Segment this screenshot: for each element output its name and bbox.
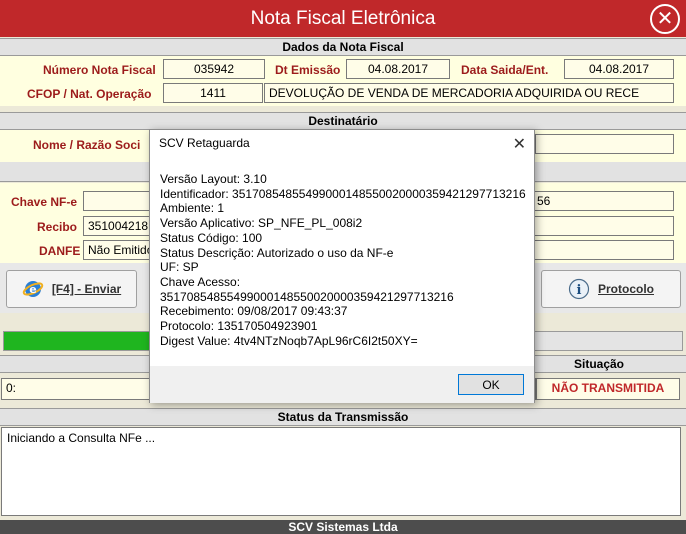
chave-suffix: 56 (537, 194, 551, 208)
dialog-line: Versão Aplicativo: SP_NFE_PL_008i2 (160, 216, 363, 231)
danfe-label: DANFE (39, 244, 81, 258)
ie-globe-icon: e (22, 281, 44, 297)
enviar-label: [F4] - Enviar (51, 282, 122, 296)
dialog-title: SCV Retaguarda (159, 136, 250, 150)
ok-button[interactable]: OK (458, 374, 524, 395)
status-textarea[interactable]: Iniciando a Consulta NFe ... (1, 427, 681, 516)
numero-label: Número Nota Fiscal (43, 63, 156, 77)
protocolo-label: Protocolo (598, 282, 654, 296)
info-icon: i (568, 278, 590, 300)
situacao-field: NÃO TRANSMITIDA (536, 378, 680, 400)
chave-label: Chave NF-e (11, 195, 78, 209)
window-title: Nota Fiscal Eletrônica (250, 7, 436, 29)
close-icon[interactable]: ✕ (650, 4, 680, 34)
svg-text:i: i (577, 283, 582, 298)
svg-text:e: e (29, 283, 36, 296)
dialog-line: Identificador: 3517085485549900014855002… (160, 186, 526, 201)
status-text: Iniciando a Consulta NFe ... (7, 431, 156, 445)
emissao-field[interactable]: 04.08.2017 (346, 59, 450, 79)
window-titlebar: Nota Fiscal Eletrônica (0, 0, 686, 37)
status-header: Status da Transmissão (0, 408, 686, 426)
dialog-line: Versão Layout: 3.10 (160, 172, 267, 186)
dialog-line: Chave Acesso: 35170854855499000148550020… (160, 274, 454, 304)
saida-label: Data Saida/Ent. (461, 63, 549, 77)
cfop-label: CFOP / Nat. Operação (27, 87, 152, 101)
destinatario-header: Destinatário (0, 112, 686, 130)
situacao-header: Situação (574, 357, 625, 371)
emissao-label: Dt Emissão (275, 63, 341, 77)
dialog-line: Status Descrição: Autorizado o uso da NF… (160, 245, 394, 260)
dialog-line: Ambiente: 1 (160, 201, 225, 216)
dialog-line: Status Código: 100 (160, 230, 263, 245)
protocolo-button[interactable]: i Protocolo (541, 270, 681, 308)
cfop-field[interactable]: 1411 (163, 83, 263, 103)
message-dialog: SCV Retaguarda ✕ Versão Layout: 3.10 Iden… (149, 129, 535, 403)
dialog-line: Protocolo: 135170504923901 (160, 319, 318, 334)
dialog-message: Versão Layout: 3.10 Identificador: 351708… (160, 172, 530, 348)
nome-field[interactable] (535, 134, 674, 154)
dialog-line: Digest Value: 4tv4NTzNoqb7ApL96rC6I2t50X… (160, 333, 418, 348)
dialog-line: Recebimento: 09/08/2017 09:43:37 (160, 304, 348, 319)
nome-label: Nome / Razão Soci (33, 138, 141, 152)
natureza-field[interactable]: DEVOLUÇÃO DE VENDA DE MERCADORIA ADQUIRI… (264, 83, 674, 103)
enviar-button[interactable]: e [F4] - Enviar (6, 270, 137, 308)
saida-field[interactable]: 04.08.2017 (564, 59, 674, 79)
footer-bar: SCV Sistemas Ltda (0, 520, 686, 534)
dialog-line: UF: SP (160, 260, 199, 275)
recibo-label: Recibo (37, 220, 78, 234)
dialog-footer: OK (150, 366, 534, 403)
numero-field[interactable]: 035942 (163, 59, 265, 79)
dados-header: Dados da Nota Fiscal (0, 38, 686, 56)
dialog-close-icon[interactable]: ✕ (513, 134, 526, 154)
